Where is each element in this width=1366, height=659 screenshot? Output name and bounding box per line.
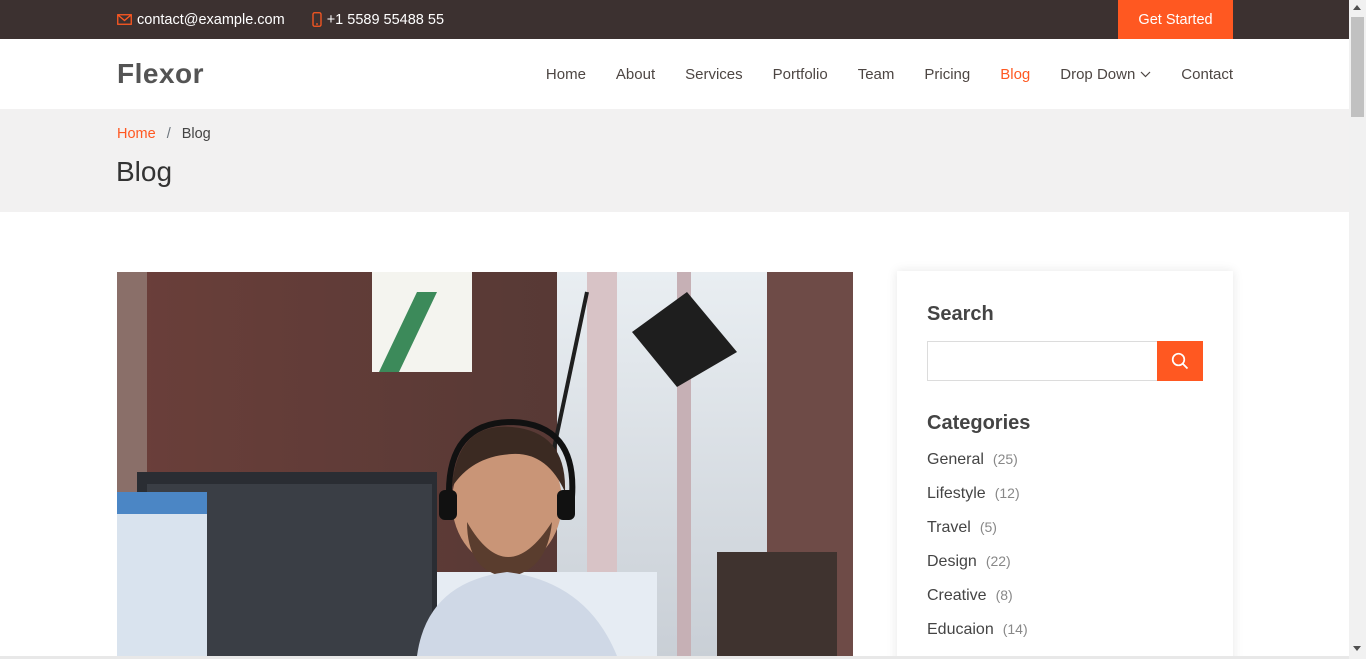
category-name: Design [927,553,977,570]
category-name: Educaion [927,621,994,638]
category-count: (25) [992,451,1018,467]
chevron-down-icon [1140,71,1151,78]
nav-team[interactable]: Team [858,66,895,83]
phone-text: +1 5589 55488 55 [326,11,445,28]
category-name: Travel [927,519,971,536]
category-count: (14) [1002,621,1028,637]
nav-drop-down[interactable]: Drop Down [1060,66,1151,83]
breadcrumb: Home / Blog [117,126,211,142]
category-count: (8) [995,587,1013,603]
nav-about[interactable]: About [616,66,655,83]
main-nav: Home About Services Portfolio Team Prici… [516,39,1233,109]
category-item-education[interactable]: Educaion (14) [927,621,1028,655]
category-item-travel[interactable]: Travel (5) [927,519,1028,553]
page-title: Blog [116,156,173,187]
scroll-down-arrow-icon[interactable] [1353,646,1361,651]
contact-email: contact@example.com [117,12,285,28]
nav-portfolio[interactable]: Portfolio [773,66,828,83]
category-item-lifestyle[interactable]: Lifestyle (12) [927,485,1028,519]
breadcrumb-separator: / [166,126,171,142]
search-form [927,341,1203,381]
nav-contact[interactable]: Contact [1181,66,1233,83]
categories-list: General (25) Lifestyle (12) Travel (5) Desi… [927,451,1028,655]
contact-phone: +1 5589 55488 55 [312,12,444,28]
nav-services[interactable]: Services [685,66,743,83]
scroll-up-arrow-icon[interactable] [1353,5,1361,10]
categories-heading: Categories [927,412,1031,434]
blog-post-image[interactable] [117,272,853,656]
vertical-scrollbar[interactable] [1349,0,1366,659]
category-item-design[interactable]: Design (22) [927,553,1028,587]
scrollbar-thumb[interactable] [1351,17,1364,117]
nav-home[interactable]: Home [546,66,586,83]
search-heading: Search [927,303,994,325]
nav-pricing[interactable]: Pricing [924,66,970,83]
category-name: General [927,451,984,468]
contact-info: contact@example.com +1 5589 55488 55 [117,0,471,39]
category-count: (5) [979,519,997,535]
breadcrumb-home[interactable]: Home [117,126,156,142]
category-item-creative[interactable]: Creative (8) [927,587,1028,621]
category-name: Creative [927,587,987,604]
search-icon [1171,352,1189,370]
category-item-general[interactable]: General (25) [927,451,1028,485]
top-bar: contact@example.com +1 5589 55488 55 Get… [0,0,1349,39]
breadcrumb-section: Home / Blog Blog [0,109,1349,212]
get-started-button[interactable]: Get Started [1118,0,1233,39]
breadcrumb-current: Blog [181,126,211,142]
search-button[interactable] [1157,341,1203,381]
nav-drop-down-label: Drop Down [1060,65,1136,83]
blog-sidebar: Search Categories General (25) Lifestyle (… [897,271,1233,659]
site-header: Flexor Home About Services Portfolio Tea… [0,39,1349,109]
phone-icon [312,12,322,27]
category-count: (22) [985,553,1011,569]
category-count: (12) [994,485,1020,501]
envelope-icon [117,14,132,25]
search-input[interactable] [927,341,1157,381]
category-name: Lifestyle [927,485,986,502]
nav-blog[interactable]: Blog [1000,66,1030,83]
email-text[interactable]: contact@example.com [137,12,285,28]
logo[interactable]: Flexor [117,58,204,90]
